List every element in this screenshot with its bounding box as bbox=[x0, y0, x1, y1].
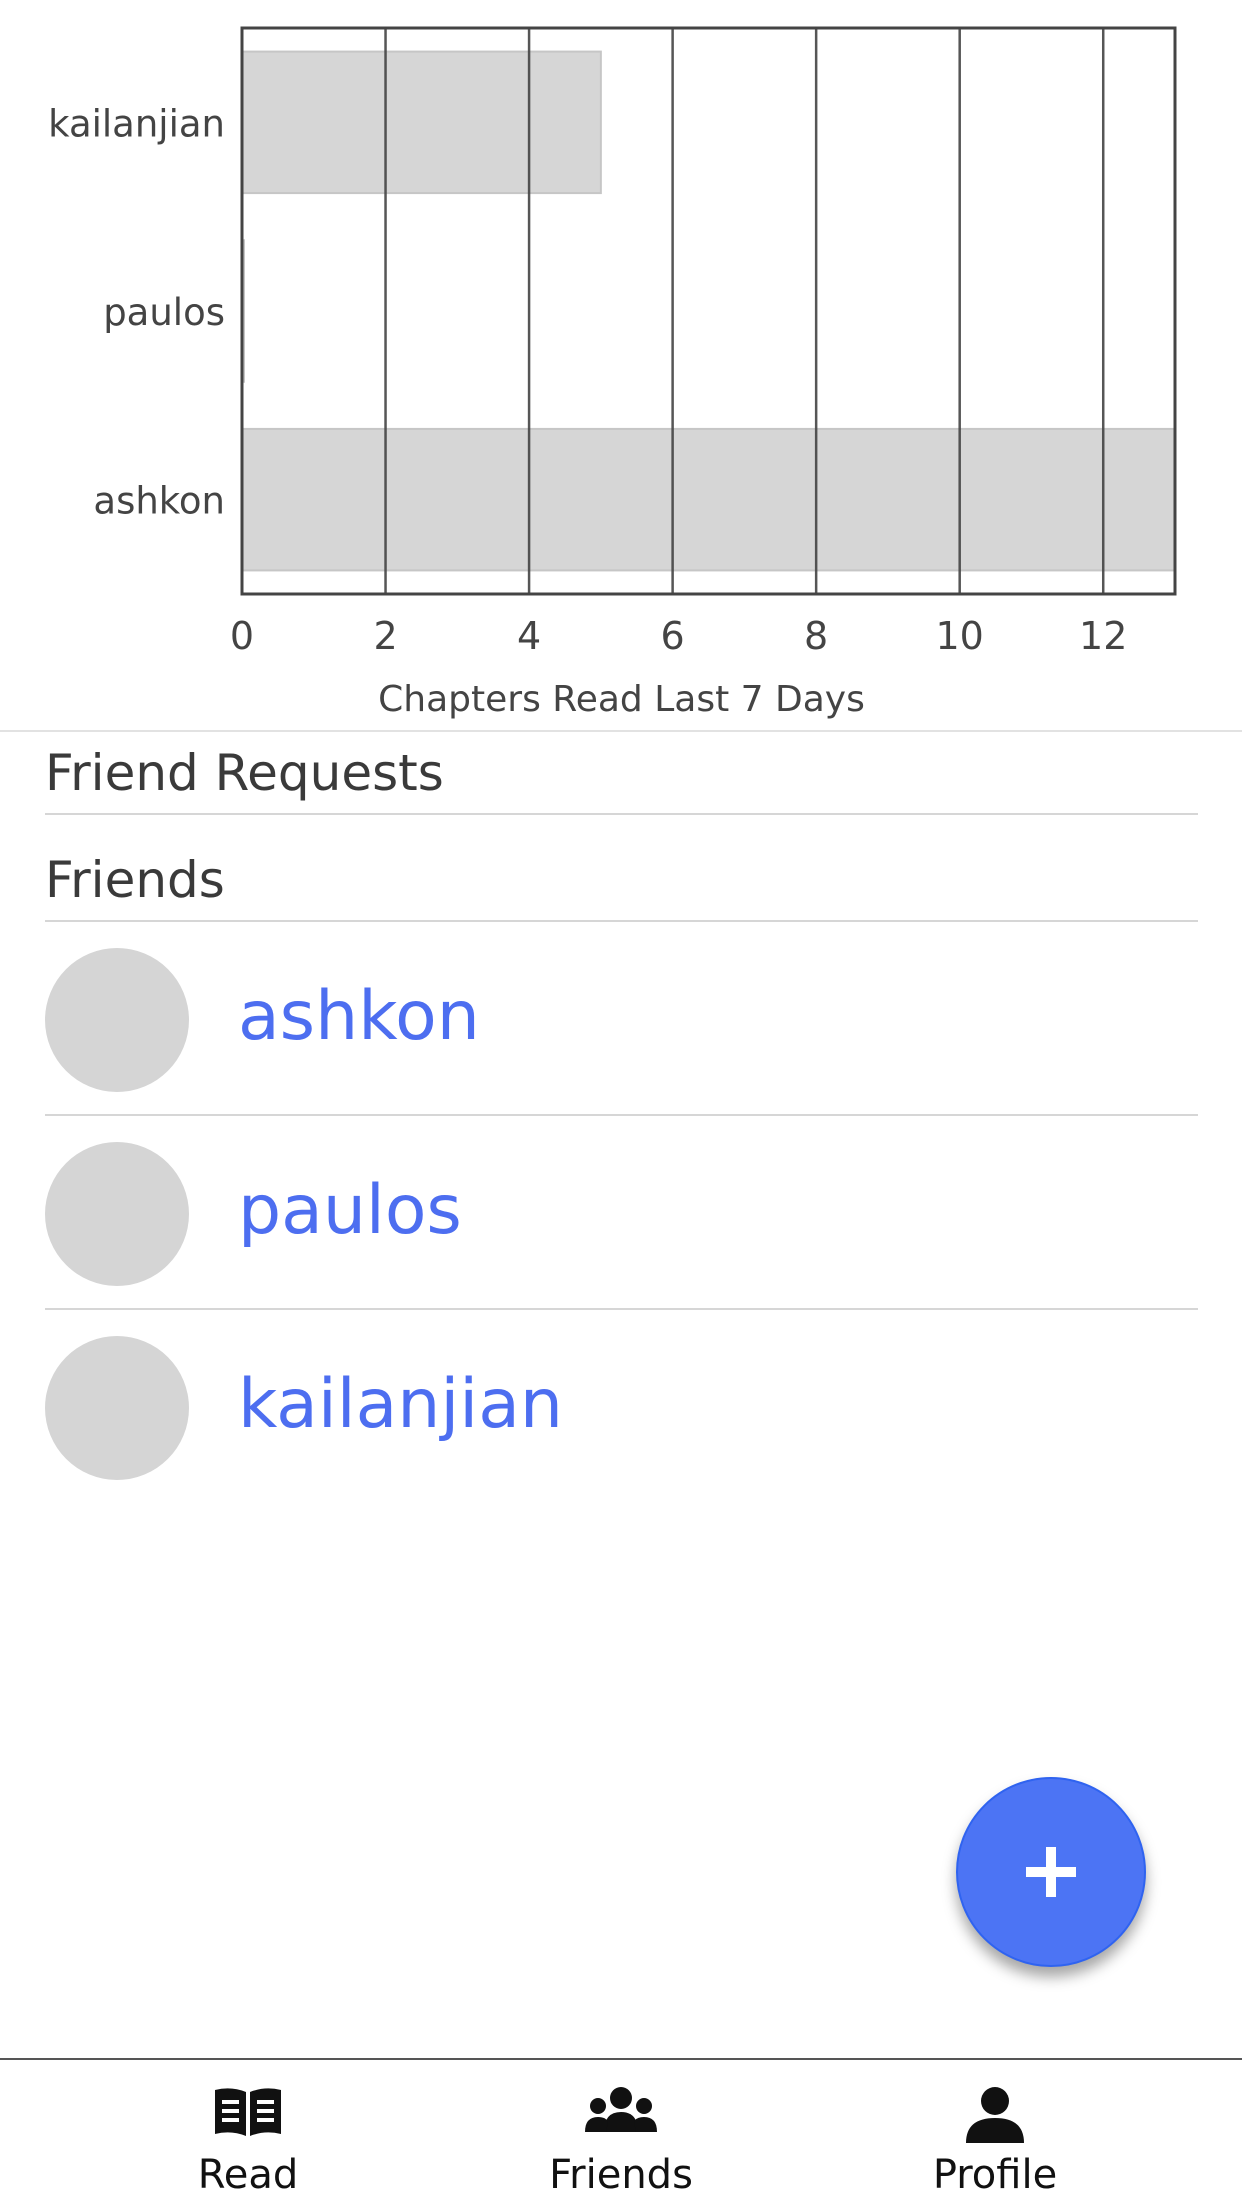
friends-reading-chart: kailanjian paulos ashkon 0 2 4 6 8 10 12 Chapters … bbox=[0, 0, 1242, 730]
bar-ashkon bbox=[241, 427, 1176, 572]
y-tick-label-kailanjian: kailanjian bbox=[48, 102, 225, 145]
friend-requests-header: Friend Requests bbox=[45, 744, 444, 802]
nav-item-profile[interactable]: Profile bbox=[845, 2060, 1145, 2210]
friend-name[interactable]: paulos bbox=[238, 1156, 462, 1266]
friend-row-ashkon[interactable]: ashkon bbox=[45, 922, 1198, 1116]
x-tick-label-6: 6 bbox=[661, 614, 685, 658]
y-tick-label-ashkon: ashkon bbox=[93, 480, 225, 523]
x-axis-label: Chapters Read Last 7 Days bbox=[378, 679, 865, 720]
x-tick-label-10: 10 bbox=[936, 614, 984, 658]
bottom-nav: Read Friends Profile bbox=[0, 2058, 1242, 2208]
nav-label-profile: Profile bbox=[932, 2152, 1058, 2198]
bar-kailanjian bbox=[241, 50, 602, 195]
friend-name[interactable]: kailanjian bbox=[238, 1350, 563, 1460]
chart-svg: kailanjian paulos ashkon 0 2 4 6 8 10 12 Chapters … bbox=[48, 26, 1177, 720]
friend-row-paulos[interactable]: paulos bbox=[45, 1116, 1198, 1310]
add-friend-button[interactable] bbox=[956, 1777, 1146, 1967]
user-icon bbox=[965, 2086, 1025, 2148]
nav-item-friends[interactable]: Friends bbox=[471, 2060, 771, 2210]
y-tick-label-paulos: paulos bbox=[103, 291, 225, 334]
x-tick-label-0: 0 bbox=[230, 614, 254, 658]
users-icon bbox=[584, 2086, 658, 2138]
chart-divider bbox=[0, 730, 1242, 732]
nav-label-friends: Friends bbox=[549, 2152, 693, 2198]
x-tick-label-2: 2 bbox=[373, 614, 397, 658]
plus-icon bbox=[1026, 1847, 1076, 1897]
nav-item-read[interactable]: Read bbox=[98, 2060, 398, 2210]
nav-label-read: Read bbox=[197, 2152, 299, 2198]
friend-name[interactable]: ashkon bbox=[238, 962, 480, 1072]
avatar bbox=[45, 1336, 189, 1480]
avatar bbox=[45, 948, 189, 1092]
friend-row-kailanjian[interactable]: kailanjian bbox=[45, 1310, 1198, 1504]
x-tick-label-4: 4 bbox=[517, 614, 541, 658]
avatar bbox=[45, 1142, 189, 1286]
friends-header: Friends bbox=[45, 851, 225, 909]
book-open-icon bbox=[213, 2086, 283, 2142]
friend-requests-rule bbox=[45, 813, 1198, 815]
x-tick-label-8: 8 bbox=[804, 614, 828, 658]
x-tick-label-12: 12 bbox=[1079, 614, 1127, 658]
